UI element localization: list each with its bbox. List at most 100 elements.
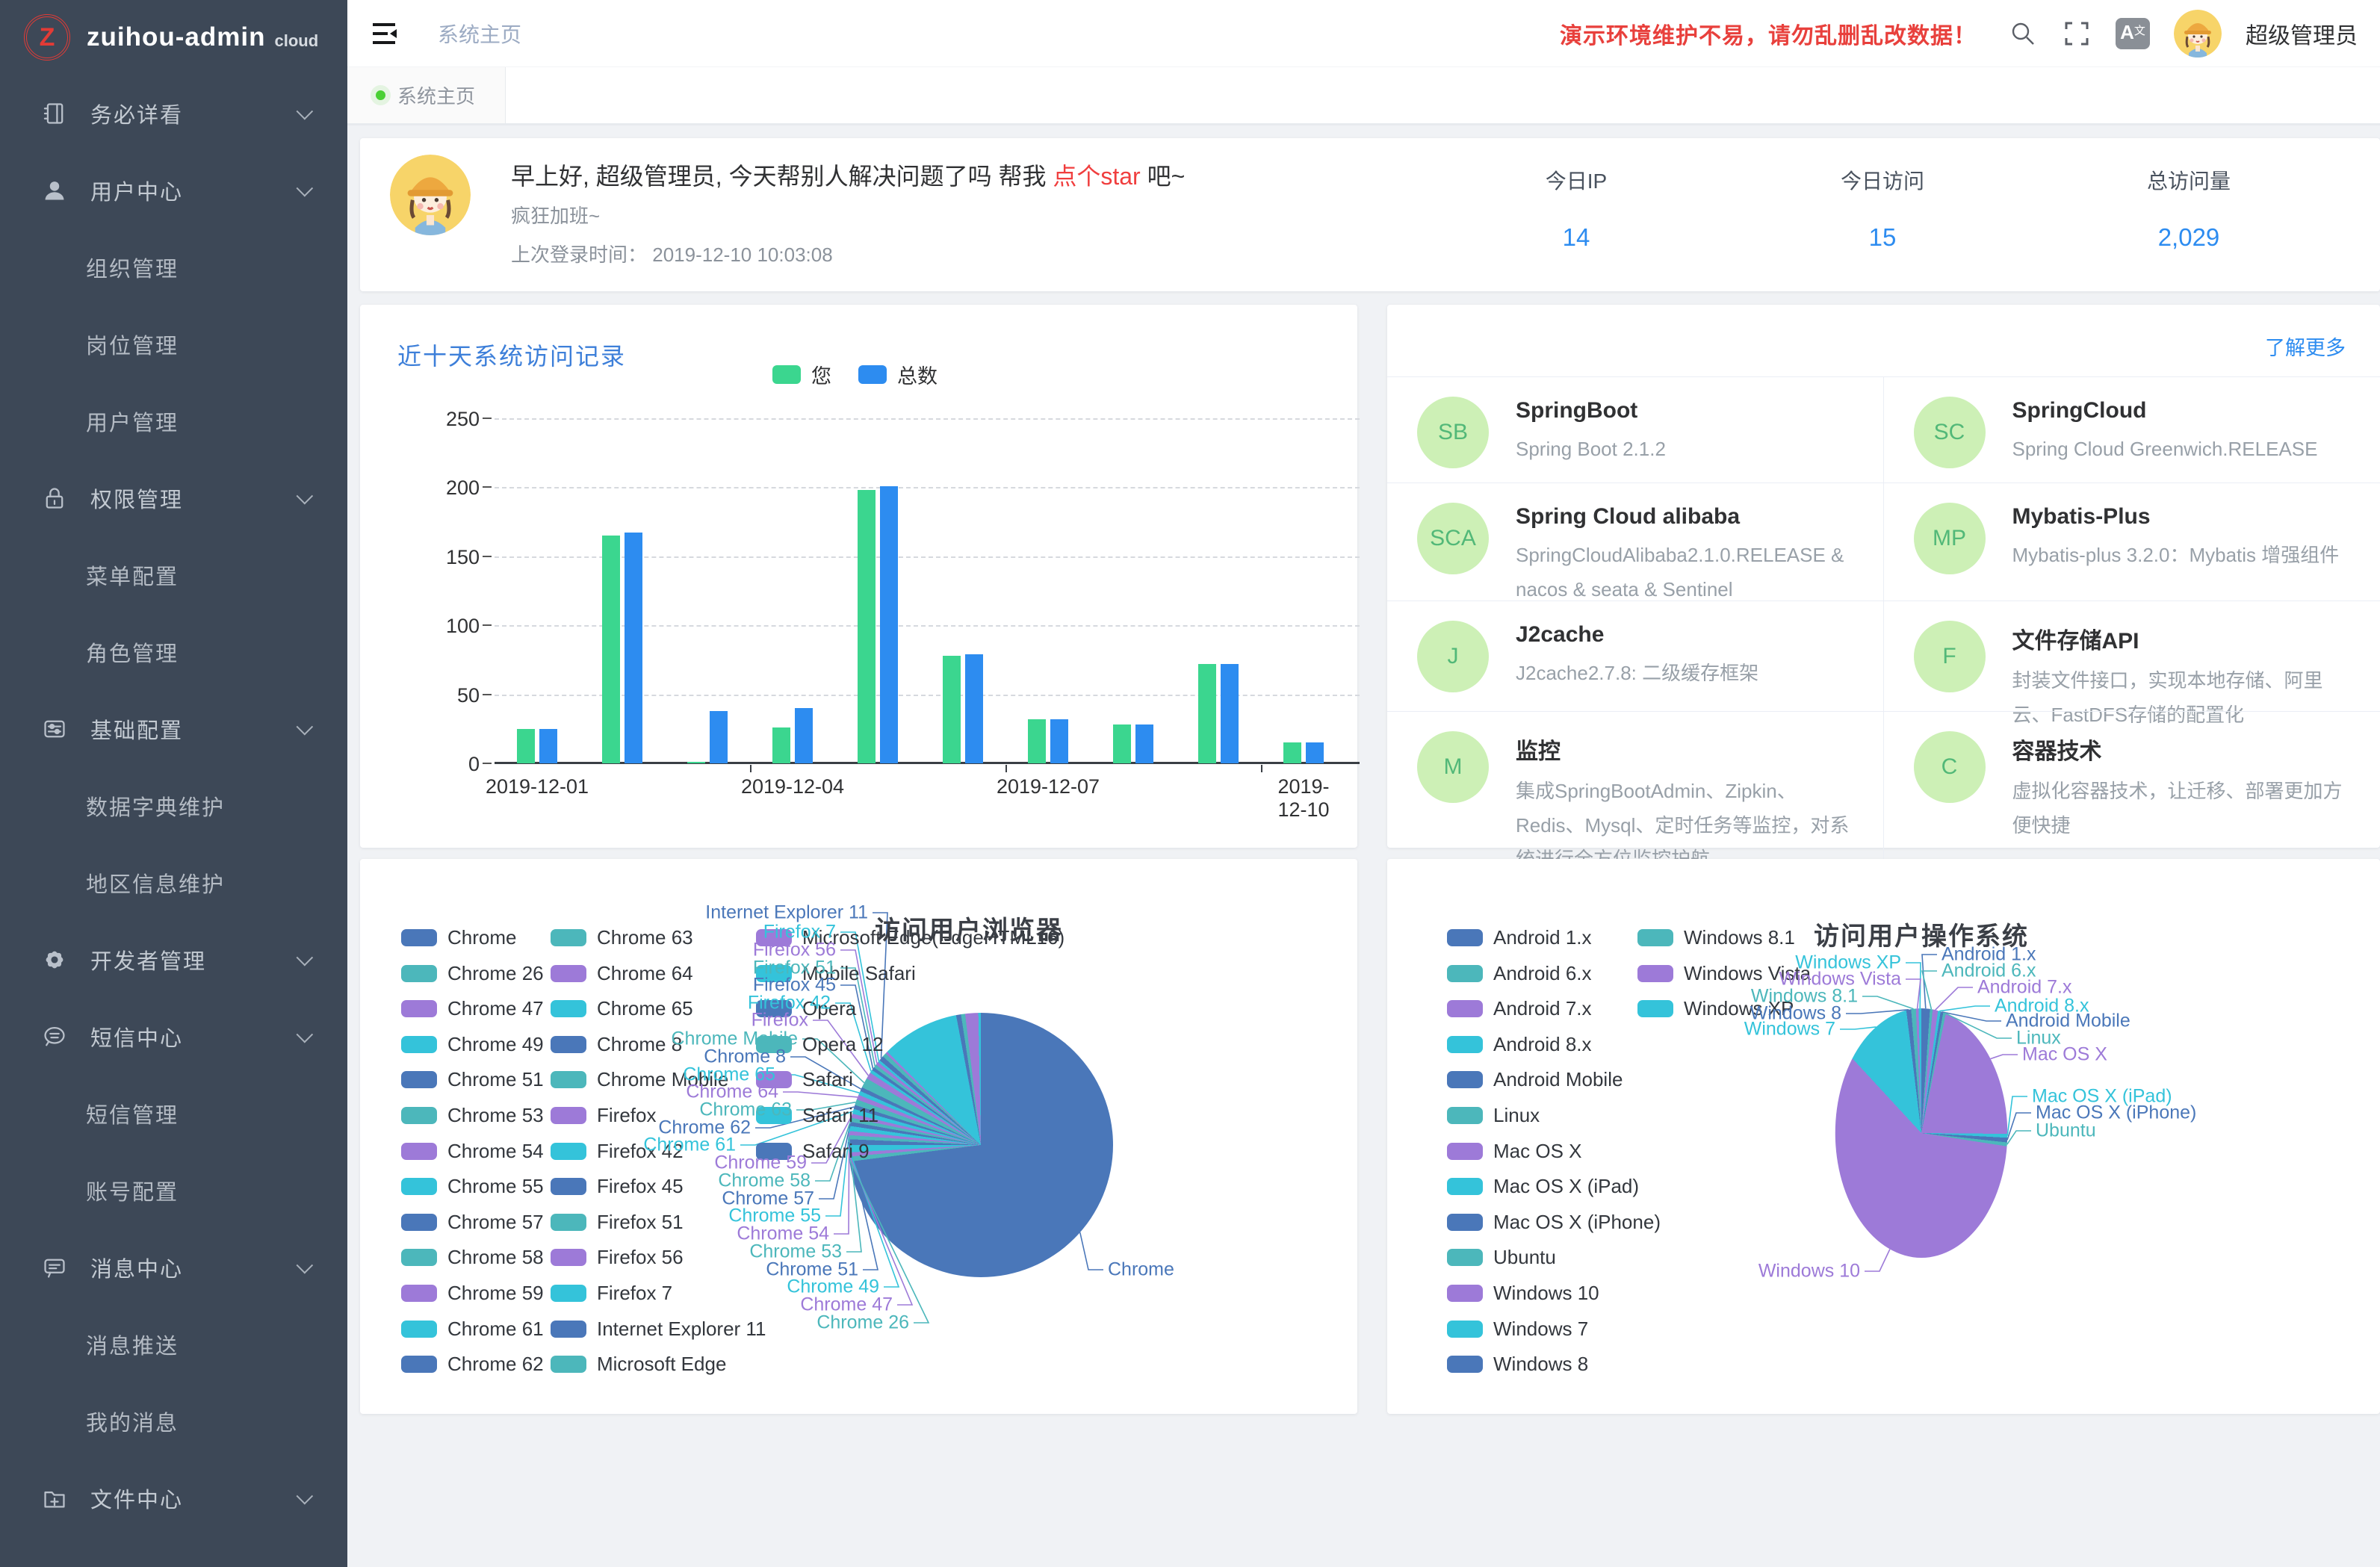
legend-item-Android 1.x[interactable]: Android 1.x — [1447, 926, 1592, 949]
sidebar-item-基础配置[interactable]: 基础配置 — [0, 690, 347, 767]
sidebar-item-地区信息维护[interactable]: 地区信息维护 — [0, 844, 347, 921]
sidebar-item-label: 务必详看 — [90, 98, 183, 129]
sidebar-item-用户管理[interactable]: 用户管理 — [0, 382, 347, 459]
legend-item-您[interactable]: 您 — [772, 360, 831, 389]
legend-item-Android 7.x[interactable]: Android 7.x — [1447, 997, 1592, 1020]
sidebar-item-角色管理[interactable]: 角色管理 — [0, 613, 347, 690]
legend-label: Firefox 45 — [597, 1175, 684, 1198]
legend-label: Chrome 59 — [447, 1282, 544, 1305]
legend-item-Internet Explorer 11[interactable]: Internet Explorer 11 — [551, 1318, 766, 1341]
legend-label: Chrome 51 — [447, 1068, 544, 1091]
username[interactable]: 超级管理员 — [2246, 17, 2358, 50]
legend-swatch — [551, 1036, 586, 1053]
legend-item-Chrome 26[interactable]: Chrome 26 — [401, 962, 544, 985]
legend-item-Chrome 61[interactable]: Chrome 61 — [401, 1318, 544, 1341]
legend-item-Microsoft Edge[interactable]: Microsoft Edge — [551, 1353, 726, 1376]
sidebar-item-数据字典维护[interactable]: 数据字典维护 — [0, 767, 347, 844]
language-icon-char: 文 — [2134, 22, 2145, 38]
sidebar-item-短信管理[interactable]: 短信管理 — [0, 1075, 347, 1152]
legend-item-总数[interactable]: 总数 — [858, 360, 938, 389]
legend-item-Firefox[interactable]: Firefox — [551, 1104, 656, 1127]
bar-总数-2019-12-08 — [1135, 724, 1153, 763]
sidebar-item-岗位管理[interactable]: 岗位管理 — [0, 305, 347, 382]
last-login: 上次登录时间： 2019-12-10 10:03:08 — [511, 240, 833, 267]
bar-chart-plot: 2502001501005002019-12-012019-12-042019-… — [495, 418, 1346, 763]
sidebar-item-消息推送[interactable]: 消息推送 — [0, 1306, 347, 1383]
legend-item-Mac OS X[interactable]: Mac OS X — [1447, 1140, 1581, 1163]
legend-item-Android 6.x[interactable]: Android 6.x — [1447, 962, 1592, 985]
app-logo[interactable]: Z zuihou-admin cloud — [0, 0, 347, 75]
bar-group-2019-12-03 — [665, 711, 750, 763]
user-avatar[interactable] — [2174, 10, 2222, 58]
legend-item-Windows 7[interactable]: Windows 7 — [1447, 1318, 1588, 1341]
legend-swatch — [772, 365, 801, 384]
legend-item-Chrome 51[interactable]: Chrome 51 — [401, 1068, 544, 1091]
legend-item-Chrome 59[interactable]: Chrome 59 — [401, 1282, 544, 1305]
sidebar-item-我的消息[interactable]: 我的消息 — [0, 1383, 347, 1459]
env-warning-text: 演示环境维护不易，请勿乱删乱改数据！ — [1560, 17, 1977, 50]
legend-item-Chrome 58[interactable]: Chrome 58 — [401, 1246, 544, 1269]
sidebar-item-菜单配置[interactable]: 菜单配置 — [0, 536, 347, 613]
sidebar-item-用户中心[interactable]: 用户中心 — [0, 152, 347, 229]
pie-visitor-browsers — [849, 1013, 1113, 1277]
bar-您-2019-12-05 — [858, 490, 876, 763]
legend-item-Chrome 65[interactable]: Chrome 65 — [551, 997, 693, 1020]
sidebar-item-短信中心[interactable]: 短信中心 — [0, 998, 347, 1075]
legend-item-Chrome 55[interactable]: Chrome 55 — [401, 1175, 544, 1198]
legend-item-Mac OS X (iPhone)[interactable]: Mac OS X (iPhone) — [1447, 1211, 1661, 1234]
legend-item-Chrome 63[interactable]: Chrome 63 — [551, 926, 693, 949]
bar-group-2019-12-04 — [750, 708, 835, 763]
legend-item-Chrome 57[interactable]: Chrome 57 — [401, 1211, 544, 1234]
legend-item-Chrome 49[interactable]: Chrome 49 — [401, 1033, 544, 1056]
sidebar-item-消息中心[interactable]: 消息中心 — [0, 1229, 347, 1306]
sidebar-item-权限管理[interactable]: 权限管理 — [0, 459, 347, 536]
legend-item-Windows 8[interactable]: Windows 8 — [1447, 1353, 1588, 1376]
sidebar-item-label: 岗位管理 — [86, 329, 179, 360]
tech-title: SpringCloud — [2012, 398, 2318, 423]
sidebar-item-文件中心[interactable]: 文件中心 — [0, 1459, 347, 1536]
legend-label: Chrome 47 — [447, 997, 544, 1020]
legend-swatch — [551, 1107, 586, 1124]
legend-item-Firefox 51[interactable]: Firefox 51 — [551, 1211, 684, 1234]
legend-item-Chrome[interactable]: Chrome — [401, 926, 516, 949]
legend-item-Mac OS X (iPad)[interactable]: Mac OS X (iPad) — [1447, 1175, 1639, 1198]
bar-group-2019-12-07 — [1005, 719, 1091, 763]
learn-more-link[interactable]: 了解更多 — [2265, 332, 2346, 361]
legend-item-Chrome 64[interactable]: Chrome 64 — [551, 962, 693, 985]
chevron-down-icon — [297, 1025, 314, 1043]
collapse-menu-icon[interactable] — [372, 22, 399, 46]
sidebar-item-开发者管理[interactable]: 开发者管理 — [0, 921, 347, 998]
legend-item-Android 8.x[interactable]: Android 8.x — [1447, 1033, 1592, 1056]
legend-item-Chrome 47[interactable]: Chrome 47 — [401, 997, 544, 1020]
legend-item-Linux[interactable]: Linux — [1447, 1104, 1540, 1127]
legend-item-Android Mobile[interactable]: Android Mobile — [1447, 1068, 1623, 1091]
pie-callout-Windows 10: Windows 10 — [1758, 1261, 1860, 1282]
tech-desc: SpringCloudAlibaba2.1.0.RELEASE & nacos … — [1516, 539, 1853, 606]
legend-item-Windows 8.1[interactable]: Windows 8.1 — [1637, 926, 1795, 949]
legend-label: Android 1.x — [1493, 926, 1592, 949]
legend-item-Firefox 56[interactable]: Firefox 56 — [551, 1246, 684, 1269]
legend-swatch — [551, 1178, 586, 1195]
sidebar-item-label: 组织管理 — [86, 252, 179, 283]
legend-label: Internet Explorer 11 — [597, 1318, 766, 1341]
legend-item-Chrome 62[interactable]: Chrome 62 — [401, 1353, 544, 1376]
pie-callout-Ubuntu: Ubuntu — [2036, 1120, 2096, 1142]
stat-value: 2,029 — [2069, 223, 2308, 252]
legend-item-Firefox 45[interactable]: Firefox 45 — [551, 1175, 684, 1198]
legend-label: Chrome 53 — [447, 1104, 544, 1127]
sidebar-item-label: 地区信息维护 — [86, 867, 225, 899]
sidebar-item-账号配置[interactable]: 账号配置 — [0, 1152, 347, 1229]
legend-item-Chrome 54[interactable]: Chrome 54 — [401, 1140, 544, 1163]
language-icon[interactable]: A 文 — [2116, 18, 2150, 49]
legend-item-Ubuntu[interactable]: Ubuntu — [1447, 1246, 1556, 1269]
tab-system-home[interactable]: 系统主页 — [347, 67, 506, 123]
legend-item-Chrome 53[interactable]: Chrome 53 — [401, 1104, 544, 1127]
search-icon[interactable] — [2008, 19, 2038, 49]
legend-item-Chrome 8[interactable]: Chrome 8 — [551, 1033, 682, 1056]
sidebar-item-务必详看[interactable]: 务必详看 — [0, 75, 347, 152]
star-link[interactable]: 点个star — [1053, 163, 1140, 190]
legend-item-Windows 10[interactable]: Windows 10 — [1447, 1282, 1599, 1305]
fullscreen-icon[interactable] — [2062, 19, 2092, 49]
legend-item-Firefox 7[interactable]: Firefox 7 — [551, 1282, 672, 1305]
sidebar-item-组织管理[interactable]: 组织管理 — [0, 229, 347, 305]
